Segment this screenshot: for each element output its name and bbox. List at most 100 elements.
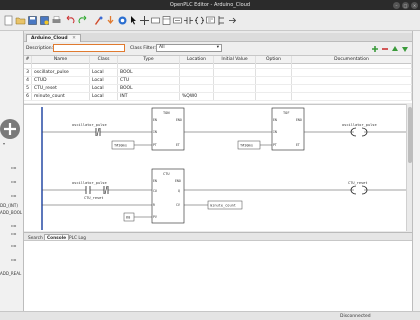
contact-ctu-reset[interactable]: CTU_reset [84,185,109,200]
table-cell-type[interactable]: INT [118,93,180,100]
move-down-icon[interactable] [401,45,409,53]
tof-block[interactable]: TOF EN ENO IN PT ET [271,107,305,151]
table-cell-class[interactable]: Local [90,77,118,84]
move-up-icon[interactable] [391,45,399,53]
table-cell-location[interactable] [180,77,214,84]
table-row[interactable] [24,61,412,69]
block-pin-et: ET [176,143,180,147]
coil-ctu-reset[interactable]: CTU_reset [348,181,367,195]
pt-variable-2[interactable]: T#30ms [237,140,261,150]
debug-icon[interactable] [117,15,128,26]
table-cell-initial[interactable] [214,69,256,76]
console-output[interactable] [24,240,412,311]
description-input[interactable] [53,44,125,52]
ton-block[interactable]: TON EN ENO IN PT ET [151,107,185,151]
table-cell-option[interactable] [256,61,292,68]
table-cell-num[interactable]: 6 [24,93,32,100]
table-cell-location[interactable] [180,69,214,76]
library-item[interactable]: DD_(INT) [0,203,18,208]
table-cell-doc[interactable] [292,61,412,68]
add-block-circle-icon[interactable] [0,117,24,141]
table-cell-initial[interactable] [214,93,256,100]
add-powerrail-icon[interactable] [216,15,227,26]
table-cell-num[interactable]: 4 [24,77,32,84]
table-cell-name[interactable] [32,61,90,68]
add-row-icon[interactable] [371,45,379,53]
table-cell-option[interactable] [256,93,292,100]
table-cell-type[interactable]: BOOL [118,85,180,92]
table-cell-type[interactable]: CTU [118,77,180,84]
pv-value: 60 [126,216,130,220]
undo-icon[interactable] [65,15,76,26]
table-row[interactable]: 5 CTU_reset Local BOOL [24,85,412,93]
ladder-canvas[interactable]: oscillator_pulse TON EN ENO IN PT ET T#3… [24,105,406,232]
table-cell-num[interactable]: 5 [24,85,32,92]
minimize-icon[interactable]: – [393,2,400,9]
new-file-icon[interactable] [3,15,14,26]
table-cell-name[interactable]: oscillator_pulse [32,69,90,76]
table-cell-name[interactable]: minute_count [32,93,90,100]
output-variable-minute-count[interactable]: minute_count [207,200,243,210]
table-cell-class[interactable] [90,61,118,68]
add-jump-icon[interactable] [227,15,238,26]
table-cell-name[interactable]: CTUD [32,77,90,84]
select-icon[interactable] [128,15,139,26]
table-cell-class[interactable]: Local [90,85,118,92]
table-cell-initial[interactable] [214,85,256,92]
close-tab-icon[interactable]: ✕ [72,36,76,41]
ctu-block[interactable]: CTU EN ENO CU Q R PV CV [151,168,185,224]
table-cell-option[interactable] [256,77,292,84]
download-icon[interactable] [105,15,116,26]
maximize-icon[interactable]: □ [402,2,409,9]
print-icon[interactable] [51,15,62,26]
table-cell-doc[interactable] [292,93,412,100]
tab-arduino-cloud[interactable]: Arduino_Cloud ✕ [26,34,81,42]
table-cell-num[interactable]: 3 [24,69,32,76]
table-cell-location[interactable]: %QW0 [180,93,214,100]
table-cell-initial[interactable] [214,61,256,68]
table-row[interactable]: 3 oscillator_pulse Local BOOL [24,69,412,77]
table-row[interactable]: 6 minute_count Local INT %QW0 [24,93,412,101]
tree-item-marker-icon: ▫▫ [11,179,17,184]
library-item[interactable]: ADD_BOOL [0,210,22,215]
add-contact-icon[interactable] [183,15,194,26]
table-cell-class[interactable]: Local [90,69,118,76]
table-cell-option[interactable] [256,69,292,76]
table-cell-location[interactable] [180,85,214,92]
table-cell-type[interactable]: BOOL [118,69,180,76]
open-folder-icon[interactable] [15,15,26,26]
add-coil-icon[interactable] [194,15,205,26]
compile-icon[interactable] [93,15,104,26]
table-cell-initial[interactable] [214,77,256,84]
pt-variable-1[interactable]: T#30ms [111,140,135,150]
ladder-scrollbar[interactable] [406,104,412,231]
table-row[interactable]: 4 CTUD Local CTU [24,77,412,85]
redo-icon[interactable] [77,15,88,26]
table-cell-location[interactable] [180,61,214,68]
table-cell-doc[interactable] [292,69,412,76]
move-icon[interactable] [139,15,150,26]
table-cell-type[interactable] [118,61,180,68]
class-filter-select[interactable]: All ▾ [156,44,222,52]
contact-oscillator-pulse[interactable]: oscillator_pulse [72,123,107,137]
pv-variable[interactable]: 60 [123,212,135,222]
table-cell-name[interactable]: CTU_reset [32,85,90,92]
table-cell-doc[interactable] [292,85,412,92]
contact-oscillator-pulse-2[interactable]: oscillator_pulse [72,181,107,194]
coil-oscillator-pulse[interactable]: oscillator_pulse [342,123,377,137]
close-icon[interactable]: × [411,2,418,9]
table-cell-option[interactable] [256,85,292,92]
save-as-icon[interactable] [39,15,50,26]
collapse-arrow-icon[interactable]: ▾ [3,141,5,146]
add-variable-icon[interactable] [150,15,161,26]
table-cell-num[interactable] [24,61,32,68]
scrollbar-thumb[interactable] [408,107,412,163]
remove-row-icon[interactable] [381,45,389,53]
add-block-icon[interactable] [161,15,172,26]
save-icon[interactable] [27,15,38,26]
table-cell-class[interactable]: Local [90,93,118,100]
library-item[interactable]: ADD_REAL [0,271,21,276]
table-cell-doc[interactable] [292,77,412,84]
add-comment-icon[interactable] [205,15,216,26]
add-connection-icon[interactable] [172,15,183,26]
